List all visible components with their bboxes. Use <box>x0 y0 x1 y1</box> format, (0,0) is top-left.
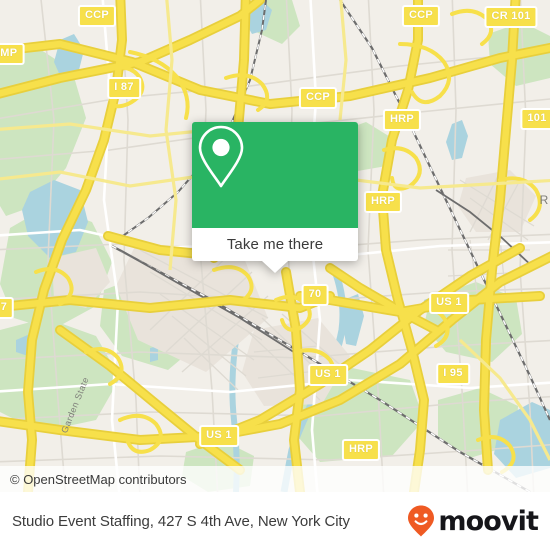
footer-bar: Studio Event Staffing, 427 S 4th Ave, Ne… <box>0 492 550 550</box>
road-shield: US 1 <box>308 364 348 386</box>
road-shield: CR 101 <box>484 6 538 28</box>
moovit-smiley-pin-icon <box>408 505 435 537</box>
road-shield: US 1 <box>199 425 239 447</box>
attribution-bar: © OpenStreetMap contributors <box>0 466 550 492</box>
road-shield: SMP <box>0 43 25 65</box>
road-shield: US 1 <box>429 292 469 314</box>
road-shield: HRP <box>363 191 403 213</box>
popup-pointer-tail <box>262 261 288 273</box>
road-shield: HRP <box>341 439 381 461</box>
moovit-logo[interactable]: moovit <box>406 504 539 538</box>
location-title: Studio Event Staffing, 427 S 4th Ave, Ne… <box>12 512 350 530</box>
openstreetmap-attribution[interactable]: © OpenStreetMap contributors <box>0 472 187 487</box>
screenshot-root: CCP CCP CR 101 SMP I 87 CCP HRP 101 HRP … <box>0 0 550 550</box>
location-popup-card[interactable]: Take me there <box>192 122 358 273</box>
road-shield: 101 <box>520 108 550 130</box>
road-shield: 7 <box>0 297 15 319</box>
road-shield: 70 <box>301 284 329 306</box>
road-shield: CCP <box>298 87 338 109</box>
road-shield: HRP <box>382 109 422 131</box>
map-place-label: R <box>539 193 549 207</box>
road-shield: I 87 <box>107 77 141 99</box>
popup-header <box>192 122 358 228</box>
map-canvas[interactable]: CCP CCP CR 101 SMP I 87 CCP HRP 101 HRP … <box>0 0 550 492</box>
map-pin-icon <box>198 125 244 188</box>
road-shield: CCP <box>401 5 441 27</box>
take-me-there-button[interactable]: Take me there <box>227 236 323 253</box>
moovit-wordmark: moovit <box>438 505 539 537</box>
popup-footer[interactable]: Take me there <box>192 228 358 273</box>
road-shield: I 95 <box>436 363 470 385</box>
road-shield: CCP <box>77 5 117 27</box>
